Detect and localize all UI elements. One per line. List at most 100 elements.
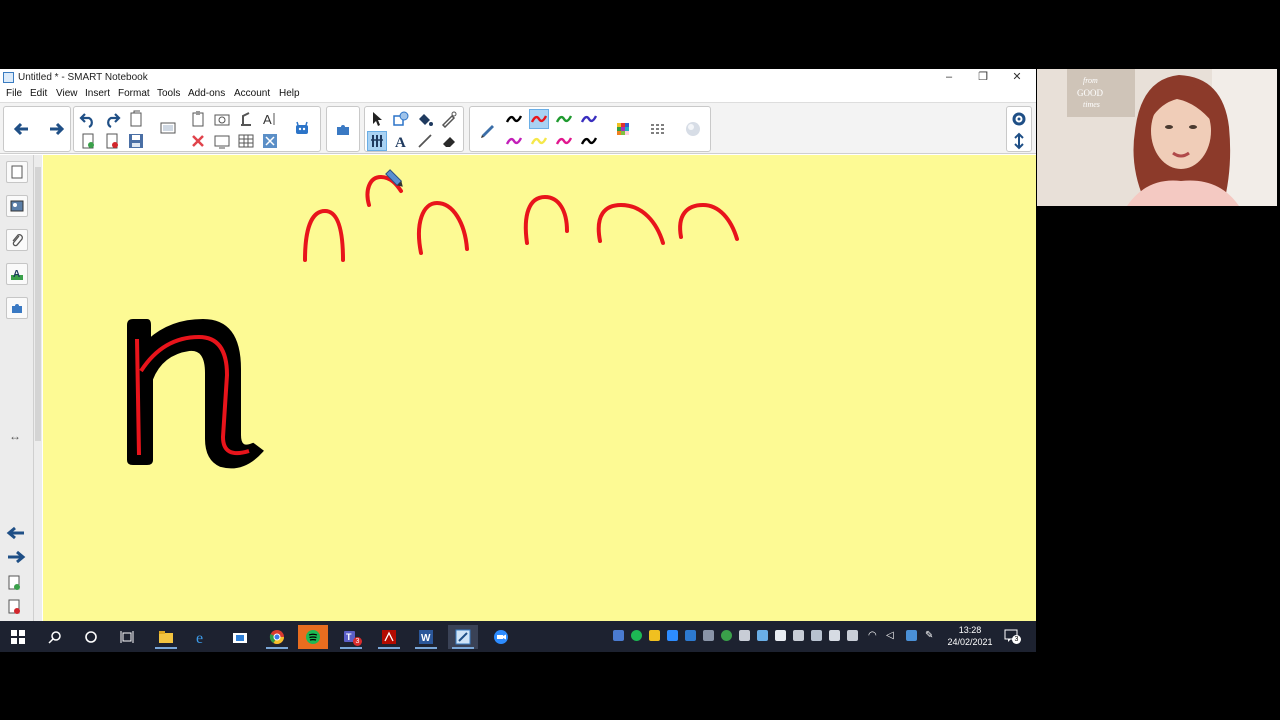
resize-arrow-icon[interactable]: ↔	[9, 429, 21, 443]
menu-view[interactable]: View	[56, 88, 78, 99]
taskbar-chrome[interactable]	[262, 625, 292, 649]
task-view-button[interactable]	[112, 625, 142, 649]
taskbar-teams[interactable]: T 3	[336, 625, 366, 649]
pen-color-swatch[interactable]	[579, 109, 599, 129]
menu-insert[interactable]: Insert	[85, 88, 110, 99]
restore-button[interactable]: ❐	[966, 69, 1000, 86]
menu-help[interactable]: Help	[279, 88, 300, 99]
sidebar-delete-page[interactable]	[8, 599, 22, 620]
side-scrollbar[interactable]	[34, 155, 42, 621]
attachments-tab[interactable]	[6, 229, 28, 251]
screenshade-button[interactable]	[158, 119, 178, 139]
table-button[interactable]	[236, 131, 256, 151]
tray-monitor-icon[interactable]	[757, 630, 768, 641]
tray-printer-icon[interactable]	[739, 630, 750, 641]
previous-page-button[interactable]	[12, 119, 32, 139]
taskbar-smart-notebook[interactable]	[448, 625, 478, 649]
pen-color-swatch[interactable]	[504, 131, 524, 151]
menu-add-ons[interactable]: Add-ons	[188, 88, 225, 99]
tray-network-app-icon[interactable]	[703, 630, 714, 641]
magic-pen-button[interactable]	[439, 109, 459, 129]
next-page-button[interactable]	[46, 119, 66, 139]
tray-battery-icon[interactable]	[829, 630, 840, 641]
cortana-button[interactable]	[76, 625, 106, 649]
minimize-button[interactable]: –	[932, 69, 966, 86]
select-tool-button[interactable]	[367, 109, 387, 129]
tray-app-icon[interactable]	[613, 630, 624, 641]
new-page-button[interactable]	[78, 131, 98, 151]
sidebar-previous-page[interactable]	[6, 525, 26, 546]
pen-color-swatch[interactable]	[529, 131, 549, 151]
fill-tool-button[interactable]	[415, 109, 435, 129]
add-ons-tab[interactable]	[6, 297, 28, 319]
sidebar-add-page[interactable]	[8, 575, 22, 596]
color-palette-button[interactable]	[613, 119, 633, 139]
paste-button[interactable]	[188, 109, 208, 129]
text-tool-button[interactable]: A	[391, 131, 411, 151]
pen-type-button[interactable]	[478, 119, 498, 139]
full-screen-button[interactable]	[212, 131, 232, 151]
start-button[interactable]	[3, 625, 33, 649]
undo-button[interactable]	[78, 109, 98, 129]
tray-usb-icon[interactable]	[775, 630, 786, 641]
taskbar-store[interactable]	[225, 625, 255, 649]
close-button[interactable]: ✕	[1000, 69, 1034, 86]
menu-tools[interactable]: Tools	[157, 88, 180, 99]
tray-wifi-icon[interactable]: ◠	[868, 630, 879, 641]
redo-button[interactable]	[102, 109, 122, 129]
pen-color-swatch[interactable]	[579, 131, 599, 151]
document-camera-button[interactable]	[236, 109, 256, 129]
taskbar-zoom[interactable]	[486, 625, 516, 649]
tray-spotify-icon[interactable]	[631, 630, 642, 641]
sidebar-next-page[interactable]	[6, 549, 26, 570]
menu-file[interactable]: File	[6, 88, 22, 99]
line-tool-button[interactable]	[415, 131, 435, 151]
shapes-tool-button[interactable]	[391, 109, 411, 129]
properties-tab[interactable]: A	[6, 263, 28, 285]
taskbar-word[interactable]: W	[411, 625, 441, 649]
tray-keyboard-icon[interactable]	[906, 630, 917, 641]
measurement-tools-button[interactable]	[260, 131, 280, 151]
pen-color-swatch[interactable]	[554, 109, 574, 129]
menu-edit[interactable]: Edit	[30, 88, 47, 99]
line-style-button[interactable]	[648, 119, 668, 139]
tray-microphone-icon[interactable]	[793, 630, 804, 641]
taskbar-clock[interactable]: 13:28 24/02/2021	[944, 624, 996, 648]
scrollbar-thumb[interactable]	[35, 167, 41, 441]
tray-power-icon[interactable]	[847, 630, 858, 641]
taskbar-spotify[interactable]	[298, 625, 328, 649]
page-sorter-tab[interactable]	[6, 161, 28, 183]
text-format-button[interactable]: A	[260, 109, 280, 129]
pen-color-swatch[interactable]	[529, 109, 549, 129]
pens-tool-button[interactable]	[367, 131, 387, 151]
pen-color-swatch[interactable]	[554, 131, 574, 151]
menu-format[interactable]: Format	[118, 88, 150, 99]
tray-sync-icon[interactable]	[721, 630, 732, 641]
tray-bluetooth-icon[interactable]	[685, 630, 696, 641]
gallery-tab[interactable]	[6, 195, 28, 217]
delete-page-button[interactable]	[102, 131, 122, 151]
taskbar-file-explorer[interactable]	[151, 625, 181, 649]
open-file-button[interactable]	[126, 109, 146, 129]
tray-volume-icon[interactable]: ◁	[886, 630, 897, 641]
tray-display-icon[interactable]	[811, 630, 822, 641]
lesson-activity-button[interactable]	[333, 119, 353, 139]
add-ons-button[interactable]	[292, 119, 312, 139]
whiteboard-canvas[interactable]	[43, 155, 1036, 621]
taskbar-acrobat[interactable]	[374, 625, 404, 649]
screen-capture-button[interactable]	[212, 109, 232, 129]
taskbar-edge[interactable]: e	[188, 625, 218, 649]
notifications-button[interactable]: 3	[1004, 629, 1021, 644]
tray-zoom-icon[interactable]	[667, 630, 678, 641]
fill-effect-button[interactable]	[683, 119, 703, 139]
save-button[interactable]	[126, 131, 146, 151]
tray-pen-icon[interactable]: ✎	[925, 630, 936, 641]
pen-color-swatch[interactable]	[504, 109, 524, 129]
menu-account[interactable]: Account	[234, 88, 270, 99]
delete-button[interactable]	[188, 131, 208, 151]
move-toolbar-button[interactable]	[1009, 131, 1029, 151]
search-button[interactable]	[40, 625, 70, 649]
tray-star-icon[interactable]	[649, 630, 660, 641]
properties-button[interactable]	[1009, 109, 1029, 129]
eraser-tool-button[interactable]	[439, 131, 459, 151]
